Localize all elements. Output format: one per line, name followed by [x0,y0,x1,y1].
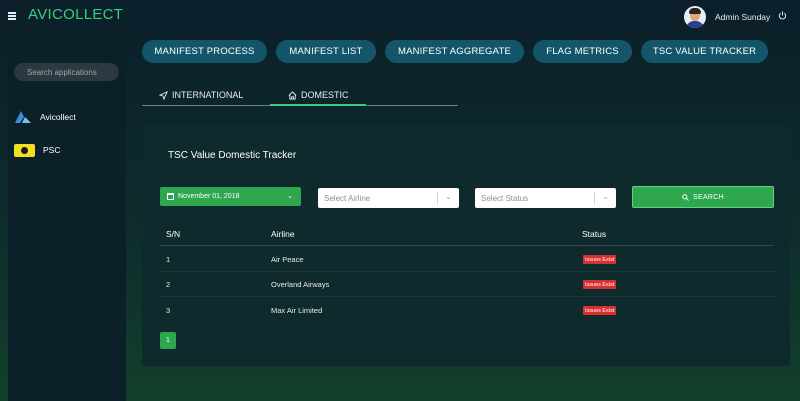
active-tab-indicator [270,104,366,106]
chevron-down-icon: ⌄ [602,192,609,201]
sidebar-item-psc[interactable]: PSC [14,141,124,159]
table-header: S/N Airline Status [160,223,774,246]
row-sn: 2 [166,280,171,289]
top-bar: AVICOLLECT Admin Sunday [0,0,800,34]
airline-select[interactable]: Select Airline ⌄ [318,188,459,208]
column-header-sn: S/N [166,229,181,239]
tab-label: DOMESTIC [301,90,349,100]
avicollect-logo-icon [15,111,31,123]
tracker-panel: TSC Value Domestic Tracker November 01, … [142,126,790,366]
psc-logo-icon [14,143,35,157]
flag-metrics-button[interactable]: FLAG METRICS [533,40,632,63]
sidebar: Avicollect PSC [8,40,126,401]
date-picker-button[interactable]: November 01, 2018 ⌄ [160,187,301,206]
hamburger-menu-icon[interactable] [8,12,16,20]
tab-international[interactable]: INTERNATIONAL [159,84,243,106]
tab-domestic[interactable]: DOMESTIC [288,84,349,106]
row-airline: Air Peace [271,255,304,264]
status-select-placeholder: Select Status [481,193,529,203]
sidebar-item-label: PSC [43,145,61,155]
power-icon[interactable] [778,11,787,20]
search-icon [682,193,689,201]
app-title: AVICOLLECT [28,6,124,23]
row-airline: Max Air Limited [271,306,323,315]
user-name[interactable]: Admin Sunday [715,12,770,22]
table-row: 3 Max Air Limited Issues Exist [160,298,774,323]
calendar-icon [167,193,174,200]
row-sn: 1 [166,255,171,264]
column-header-status: Status [582,229,607,239]
search-button-label: SEARCH [693,193,724,201]
pagination-page-button[interactable]: 1 [160,332,176,349]
status-select[interactable]: Select Status ⌄ [475,188,616,208]
chevron-down-icon: ⌄ [445,192,452,201]
table-row: 2 Overland Airways Issues Exist [160,272,774,297]
tab-label: INTERNATIONAL [172,90,244,100]
region-tabs: INTERNATIONAL DOMESTIC [142,84,458,106]
sidebar-item-label: Avicollect [40,112,76,122]
sidebar-item-avicollect[interactable]: Avicollect [14,108,124,126]
search-button[interactable]: SEARCH [632,186,774,208]
status-badge: Issues Exist [583,280,617,289]
status-badge: Issues Exist [583,255,617,264]
date-value: November 01, 2018 [178,193,240,200]
page-title: TSC Value Domestic Tracker [168,150,297,161]
manifest-list-button[interactable]: MANIFEST LIST [276,40,376,63]
chevron-down-icon: ⌄ [287,193,293,200]
airline-select-placeholder: Select Airline [324,193,371,203]
status-badge: Issues Exist [583,306,617,315]
avatar[interactable] [684,6,706,28]
manifest-aggregate-button[interactable]: MANIFEST AGGREGATE [385,40,524,63]
tsc-value-tracker-button[interactable]: TSC VALUE TRACKER [641,40,768,63]
manifest-process-button[interactable]: MANIFEST PROCESS [142,40,267,63]
row-sn: 3 [166,306,171,315]
table-row: 1 Air Peace Issues Exist [160,247,774,272]
column-header-airline: Airline [271,229,295,239]
home-icon [288,90,297,100]
navigation-arrow-icon [159,90,168,100]
search-applications-input[interactable] [14,63,119,81]
row-airline: Overland Airways [271,280,330,289]
